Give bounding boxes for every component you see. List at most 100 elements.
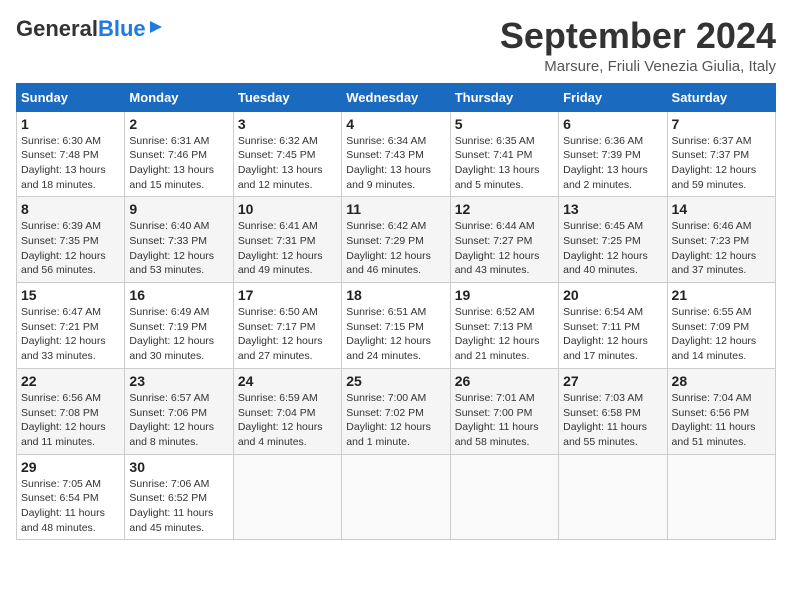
sunrise-text: Sunrise: 6:39 AM — [21, 220, 101, 232]
daylight-text: Daylight: 12 hours and 8 minutes. — [129, 421, 214, 448]
sunrise-text: Sunrise: 6:42 AM — [346, 220, 426, 232]
sunrise-text: Sunrise: 7:06 AM — [129, 478, 209, 490]
daylight-text: Daylight: 13 hours and 5 minutes. — [455, 164, 540, 191]
table-row — [667, 454, 775, 540]
daylight-text: Daylight: 12 hours and 37 minutes. — [672, 250, 757, 277]
table-row: 17Sunrise: 6:50 AMSunset: 7:17 PMDayligh… — [233, 283, 341, 369]
sunrise-text: Sunrise: 6:35 AM — [455, 135, 535, 147]
col-sunday: Sunday — [17, 83, 125, 111]
table-row: 3Sunrise: 6:32 AMSunset: 7:45 PMDaylight… — [233, 111, 341, 197]
table-row: 2Sunrise: 6:31 AMSunset: 7:46 PMDaylight… — [125, 111, 233, 197]
sunset-text: Sunset: 7:48 PM — [21, 149, 99, 161]
sunset-text: Sunset: 7:41 PM — [455, 149, 533, 161]
table-row: 8Sunrise: 6:39 AMSunset: 7:35 PMDaylight… — [17, 197, 125, 283]
day-number: 4 — [346, 116, 445, 132]
sunrise-text: Sunrise: 7:05 AM — [21, 478, 101, 490]
sunset-text: Sunset: 6:52 PM — [129, 492, 207, 504]
sunset-text: Sunset: 6:56 PM — [672, 407, 750, 419]
table-row: 27Sunrise: 7:03 AMSunset: 6:58 PMDayligh… — [559, 368, 667, 454]
daylight-text: Daylight: 12 hours and 21 minutes. — [455, 335, 540, 362]
sunrise-text: Sunrise: 6:40 AM — [129, 220, 209, 232]
sunrise-text: Sunrise: 6:32 AM — [238, 135, 318, 147]
sunrise-text: Sunrise: 6:59 AM — [238, 392, 318, 404]
table-row: 18Sunrise: 6:51 AMSunset: 7:15 PMDayligh… — [342, 283, 450, 369]
calendar-week-row: 8Sunrise: 6:39 AMSunset: 7:35 PMDaylight… — [17, 197, 776, 283]
sunrise-text: Sunrise: 7:04 AM — [672, 392, 752, 404]
logo-general-text: General — [16, 16, 98, 42]
daylight-text: Daylight: 12 hours and 46 minutes. — [346, 250, 431, 277]
sunset-text: Sunset: 6:58 PM — [563, 407, 641, 419]
table-row: 23Sunrise: 6:57 AMSunset: 7:06 PMDayligh… — [125, 368, 233, 454]
day-number: 24 — [238, 373, 337, 389]
logo: General Blue — [16, 16, 164, 42]
day-number: 8 — [21, 201, 120, 217]
sunrise-text: Sunrise: 6:46 AM — [672, 220, 752, 232]
sunrise-text: Sunrise: 6:56 AM — [21, 392, 101, 404]
daylight-text: Daylight: 11 hours and 45 minutes. — [129, 507, 213, 534]
daylight-text: Daylight: 12 hours and 40 minutes. — [563, 250, 648, 277]
daylight-text: Daylight: 12 hours and 59 minutes. — [672, 164, 757, 191]
sunset-text: Sunset: 7:09 PM — [672, 321, 750, 333]
sunrise-text: Sunrise: 6:41 AM — [238, 220, 318, 232]
table-row: 7Sunrise: 6:37 AMSunset: 7:37 PMDaylight… — [667, 111, 775, 197]
daylight-text: Daylight: 12 hours and 56 minutes. — [21, 250, 106, 277]
sunset-text: Sunset: 7:31 PM — [238, 235, 316, 247]
sunset-text: Sunset: 7:11 PM — [563, 321, 640, 333]
day-number: 13 — [563, 201, 662, 217]
table-row: 13Sunrise: 6:45 AMSunset: 7:25 PMDayligh… — [559, 197, 667, 283]
table-row: 5Sunrise: 6:35 AMSunset: 7:41 PMDaylight… — [450, 111, 558, 197]
calendar-week-row: 15Sunrise: 6:47 AMSunset: 7:21 PMDayligh… — [17, 283, 776, 369]
sunrise-text: Sunrise: 6:47 AM — [21, 306, 101, 318]
calendar-week-row: 22Sunrise: 6:56 AMSunset: 7:08 PMDayligh… — [17, 368, 776, 454]
page-header: General Blue September 2024 Marsure, Fri… — [16, 16, 776, 75]
table-row: 28Sunrise: 7:04 AMSunset: 6:56 PMDayligh… — [667, 368, 775, 454]
table-row — [450, 454, 558, 540]
daylight-text: Daylight: 13 hours and 9 minutes. — [346, 164, 431, 191]
day-number: 29 — [21, 459, 120, 475]
sunrise-text: Sunrise: 6:44 AM — [455, 220, 535, 232]
table-row: 22Sunrise: 6:56 AMSunset: 7:08 PMDayligh… — [17, 368, 125, 454]
table-row: 26Sunrise: 7:01 AMSunset: 7:00 PMDayligh… — [450, 368, 558, 454]
sunrise-text: Sunrise: 6:31 AM — [129, 135, 209, 147]
sunset-text: Sunset: 7:29 PM — [346, 235, 424, 247]
table-row: 30 Sunrise: 7:06 AM Sunset: 6:52 PM Dayligh… — [125, 454, 233, 540]
daylight-text: Daylight: 13 hours and 15 minutes. — [129, 164, 214, 191]
day-number: 23 — [129, 373, 228, 389]
sunset-text: Sunset: 7:00 PM — [455, 407, 533, 419]
daylight-text: Daylight: 12 hours and 11 minutes. — [21, 421, 106, 448]
sunset-text: Sunset: 7:21 PM — [21, 321, 99, 333]
logo-blue-text: Blue — [98, 16, 146, 42]
table-row: 6Sunrise: 6:36 AMSunset: 7:39 PMDaylight… — [559, 111, 667, 197]
day-number: 19 — [455, 287, 554, 303]
location-text: Marsure, Friuli Venezia Giulia, Italy — [500, 58, 776, 75]
sunset-text: Sunset: 7:45 PM — [238, 149, 316, 161]
day-number: 30 — [129, 459, 228, 475]
day-number: 17 — [238, 287, 337, 303]
sunrise-text: Sunrise: 7:03 AM — [563, 392, 643, 404]
table-row: 21Sunrise: 6:55 AMSunset: 7:09 PMDayligh… — [667, 283, 775, 369]
sunset-text: Sunset: 7:23 PM — [672, 235, 750, 247]
daylight-text: Daylight: 11 hours and 55 minutes. — [563, 421, 647, 448]
sunrise-text: Sunrise: 6:45 AM — [563, 220, 643, 232]
day-number: 28 — [672, 373, 771, 389]
table-row: 20Sunrise: 6:54 AMSunset: 7:11 PMDayligh… — [559, 283, 667, 369]
daylight-text: Daylight: 12 hours and 33 minutes. — [21, 335, 106, 362]
logo-arrow-icon — [148, 19, 164, 40]
sunrise-text: Sunrise: 7:00 AM — [346, 392, 426, 404]
sunset-text: Sunset: 7:13 PM — [455, 321, 533, 333]
table-row: 9Sunrise: 6:40 AMSunset: 7:33 PMDaylight… — [125, 197, 233, 283]
daylight-text: Daylight: 13 hours and 2 minutes. — [563, 164, 648, 191]
sunrise-text: Sunrise: 6:37 AM — [672, 135, 752, 147]
col-saturday: Saturday — [667, 83, 775, 111]
col-monday: Monday — [125, 83, 233, 111]
sunset-text: Sunset: 6:54 PM — [21, 492, 99, 504]
col-tuesday: Tuesday — [233, 83, 341, 111]
day-number: 21 — [672, 287, 771, 303]
col-thursday: Thursday — [450, 83, 558, 111]
table-row: 19Sunrise: 6:52 AMSunset: 7:13 PMDayligh… — [450, 283, 558, 369]
sunrise-text: Sunrise: 6:55 AM — [672, 306, 752, 318]
sunrise-text: Sunrise: 6:51 AM — [346, 306, 426, 318]
sunrise-text: Sunrise: 6:30 AM — [21, 135, 101, 147]
daylight-text: Daylight: 12 hours and 17 minutes. — [563, 335, 648, 362]
table-row — [559, 454, 667, 540]
